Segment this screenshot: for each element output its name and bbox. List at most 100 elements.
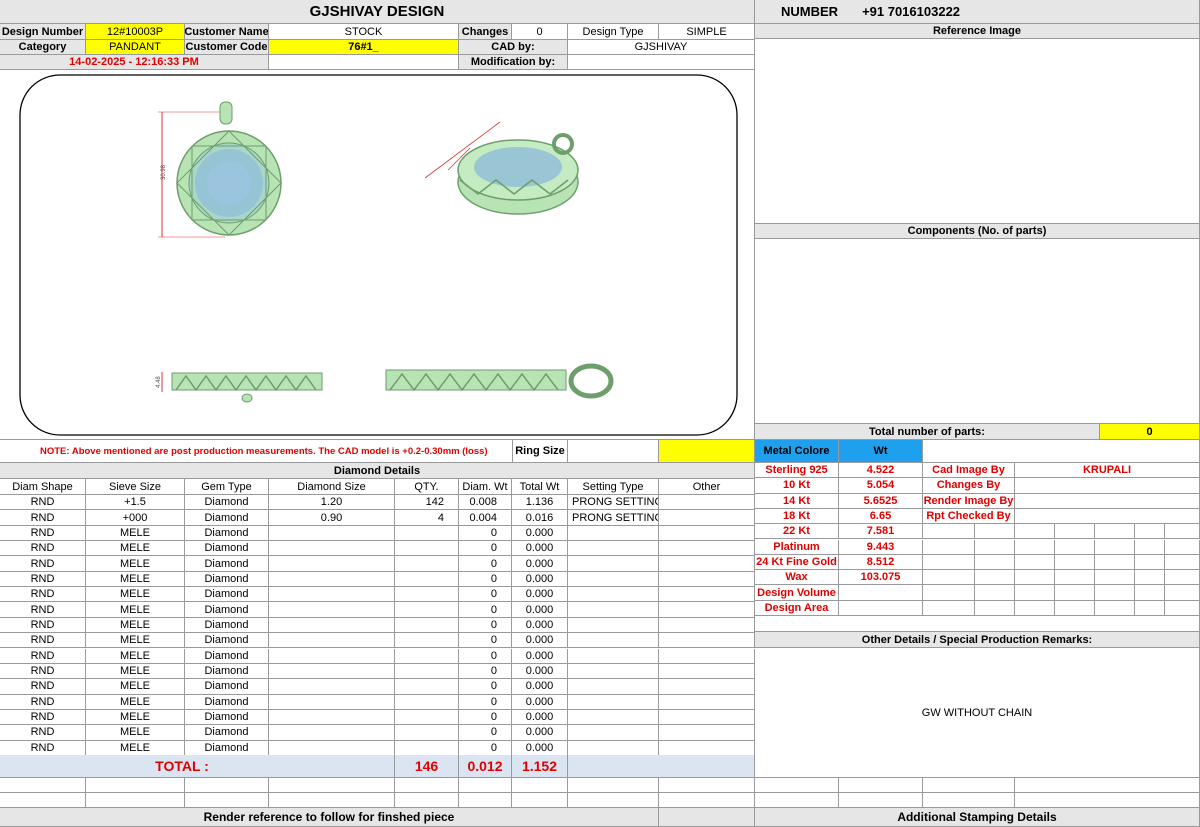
diamond-cell-sieve-size: MELE bbox=[86, 694, 185, 710]
blank-cell bbox=[839, 778, 923, 793]
blank-cell bbox=[395, 793, 459, 808]
diamond-cell-total-wt: 0.000 bbox=[512, 602, 568, 618]
diamond-cell-total-wt: 0.000 bbox=[512, 571, 568, 588]
category-value: PANDANT bbox=[86, 40, 185, 55]
ring-size-value bbox=[568, 440, 659, 463]
metal-grid-cell bbox=[1055, 539, 1095, 555]
blank-cell bbox=[0, 778, 86, 793]
blank-cell bbox=[755, 778, 839, 793]
diamond-cell-diam-wt: 0 bbox=[459, 694, 512, 710]
metal-wt: 103.075 bbox=[839, 570, 923, 586]
diamond-cell-setting-type bbox=[568, 633, 659, 649]
diamond-cell-sieve-size: MELE bbox=[86, 525, 185, 542]
diamond-cell-diamond-size bbox=[269, 679, 395, 695]
col-header-setting-type: Setting Type bbox=[568, 479, 659, 495]
metal-grid-cell bbox=[1135, 600, 1165, 616]
metal-grid-cell bbox=[1135, 554, 1165, 571]
blank-cell bbox=[512, 778, 568, 793]
metal-grid-cell bbox=[923, 600, 975, 616]
metal-info-value bbox=[1015, 478, 1200, 494]
metal-grid-cell bbox=[975, 554, 1015, 571]
diamond-cell-diam-wt: 0 bbox=[459, 679, 512, 695]
blank-cell bbox=[839, 793, 923, 808]
footer-blank bbox=[659, 808, 755, 827]
diamond-cell-qty bbox=[395, 602, 459, 618]
diamond-cell-total-wt: 1.136 bbox=[512, 495, 568, 511]
diamond-cell-diamond-size bbox=[269, 694, 395, 710]
blank-cell bbox=[512, 793, 568, 808]
diamond-cell-gem-type: Diamond bbox=[185, 556, 269, 572]
diamond-cell-diamond-size bbox=[269, 709, 395, 726]
diamond-cell-sieve-size: MELE bbox=[86, 709, 185, 726]
metal-label: 18 Kt bbox=[755, 508, 839, 525]
diamond-cell-gem-type: Diamond bbox=[185, 679, 269, 695]
diamond-cell-other bbox=[659, 648, 755, 664]
diamond-cell-gem-type: Diamond bbox=[185, 633, 269, 649]
metal-label: Platinum bbox=[755, 539, 839, 555]
metal-wt: 6.65 bbox=[839, 508, 923, 525]
remarks-box: GW WITHOUT CHAIN bbox=[755, 648, 1200, 778]
diamond-cell-setting-type bbox=[568, 694, 659, 710]
cad-by-value: GJSHIVAY bbox=[568, 40, 755, 55]
diamond-cell-setting-type bbox=[568, 709, 659, 726]
metal-wt: 7.581 bbox=[839, 524, 923, 540]
diamond-cell-total-wt: 0.000 bbox=[512, 725, 568, 741]
diamond-cell-total-wt: 0.000 bbox=[512, 587, 568, 603]
metal-wt: 8.512 bbox=[839, 554, 923, 571]
diamond-cell-diamond-size bbox=[269, 525, 395, 542]
diamond-cell-sieve-size: MELE bbox=[86, 617, 185, 634]
diamond-cell-total-wt: 0.000 bbox=[512, 617, 568, 634]
metal-grid-cell bbox=[1165, 600, 1200, 616]
diamond-cell-total-wt: 0.016 bbox=[512, 510, 568, 526]
diamond-cell-diamond-size: 1.20 bbox=[269, 495, 395, 511]
diamond-cell-setting-type bbox=[568, 740, 659, 756]
diamond-cell-diam-wt: 0 bbox=[459, 571, 512, 588]
metal-grid-cell bbox=[1165, 554, 1200, 571]
col-header-diamond-size: Diamond Size bbox=[269, 479, 395, 495]
diamond-cell-sieve-size: +000 bbox=[86, 510, 185, 526]
cad-by-label: CAD by: bbox=[459, 40, 568, 55]
diamond-cell-setting-type bbox=[568, 587, 659, 603]
blank-cell bbox=[1015, 793, 1200, 808]
reference-image-box bbox=[755, 39, 1200, 224]
metal-grid-cell bbox=[1095, 524, 1135, 540]
diamond-cell-other bbox=[659, 709, 755, 726]
diamond-cell-gem-type: Diamond bbox=[185, 725, 269, 741]
category-label: Category bbox=[0, 40, 86, 55]
remarks-text: GW WITHOUT CHAIN bbox=[921, 706, 1033, 719]
customer-name-label: Customer Name bbox=[185, 24, 269, 40]
diamond-cell-diamond-size bbox=[269, 663, 395, 680]
right-blank-rows bbox=[755, 778, 1200, 808]
diamond-cell-sieve-size: MELE bbox=[86, 725, 185, 741]
diamond-cell-diam-shape: RND bbox=[0, 694, 86, 710]
metal-grid-cell bbox=[1165, 570, 1200, 586]
changes-value: 0 bbox=[512, 24, 568, 40]
blank-cell bbox=[659, 793, 755, 808]
diamond-cell-other bbox=[659, 587, 755, 603]
diamond-cell-setting-type bbox=[568, 617, 659, 634]
diamond-cell-other bbox=[659, 663, 755, 680]
blank-rows bbox=[0, 778, 755, 808]
blank-cell bbox=[568, 778, 659, 793]
diamond-cell-gem-type: Diamond bbox=[185, 663, 269, 680]
metal-grid-cell bbox=[923, 585, 975, 601]
diamond-cell-setting-type bbox=[568, 525, 659, 542]
diamond-cell-total-wt: 0.000 bbox=[512, 663, 568, 680]
diamond-cell-gem-type: Diamond bbox=[185, 510, 269, 526]
total-diam-wt: 0.012 bbox=[459, 755, 512, 778]
dim-side: 4.48 bbox=[156, 376, 162, 388]
diamond-cell-sieve-size: MELE bbox=[86, 648, 185, 664]
pendant-front-view: 30.98 bbox=[158, 101, 282, 238]
diamond-cell-qty: 142 bbox=[395, 495, 459, 511]
diamond-cell-diamond-size bbox=[269, 602, 395, 618]
metal-grid-cell bbox=[975, 585, 1015, 601]
diamond-cell-other bbox=[659, 556, 755, 572]
diamond-cell-diamond-size bbox=[269, 725, 395, 741]
metal-grid-cell bbox=[923, 539, 975, 555]
diamond-cell-sieve-size: MELE bbox=[86, 541, 185, 557]
diamond-cell-gem-type: Diamond bbox=[185, 617, 269, 634]
diamond-cell-diam-shape: RND bbox=[0, 709, 86, 726]
diamond-cell-other bbox=[659, 740, 755, 756]
diamond-cell-total-wt: 0.000 bbox=[512, 541, 568, 557]
render-reference: Render reference to follow for finshed p… bbox=[0, 808, 659, 827]
